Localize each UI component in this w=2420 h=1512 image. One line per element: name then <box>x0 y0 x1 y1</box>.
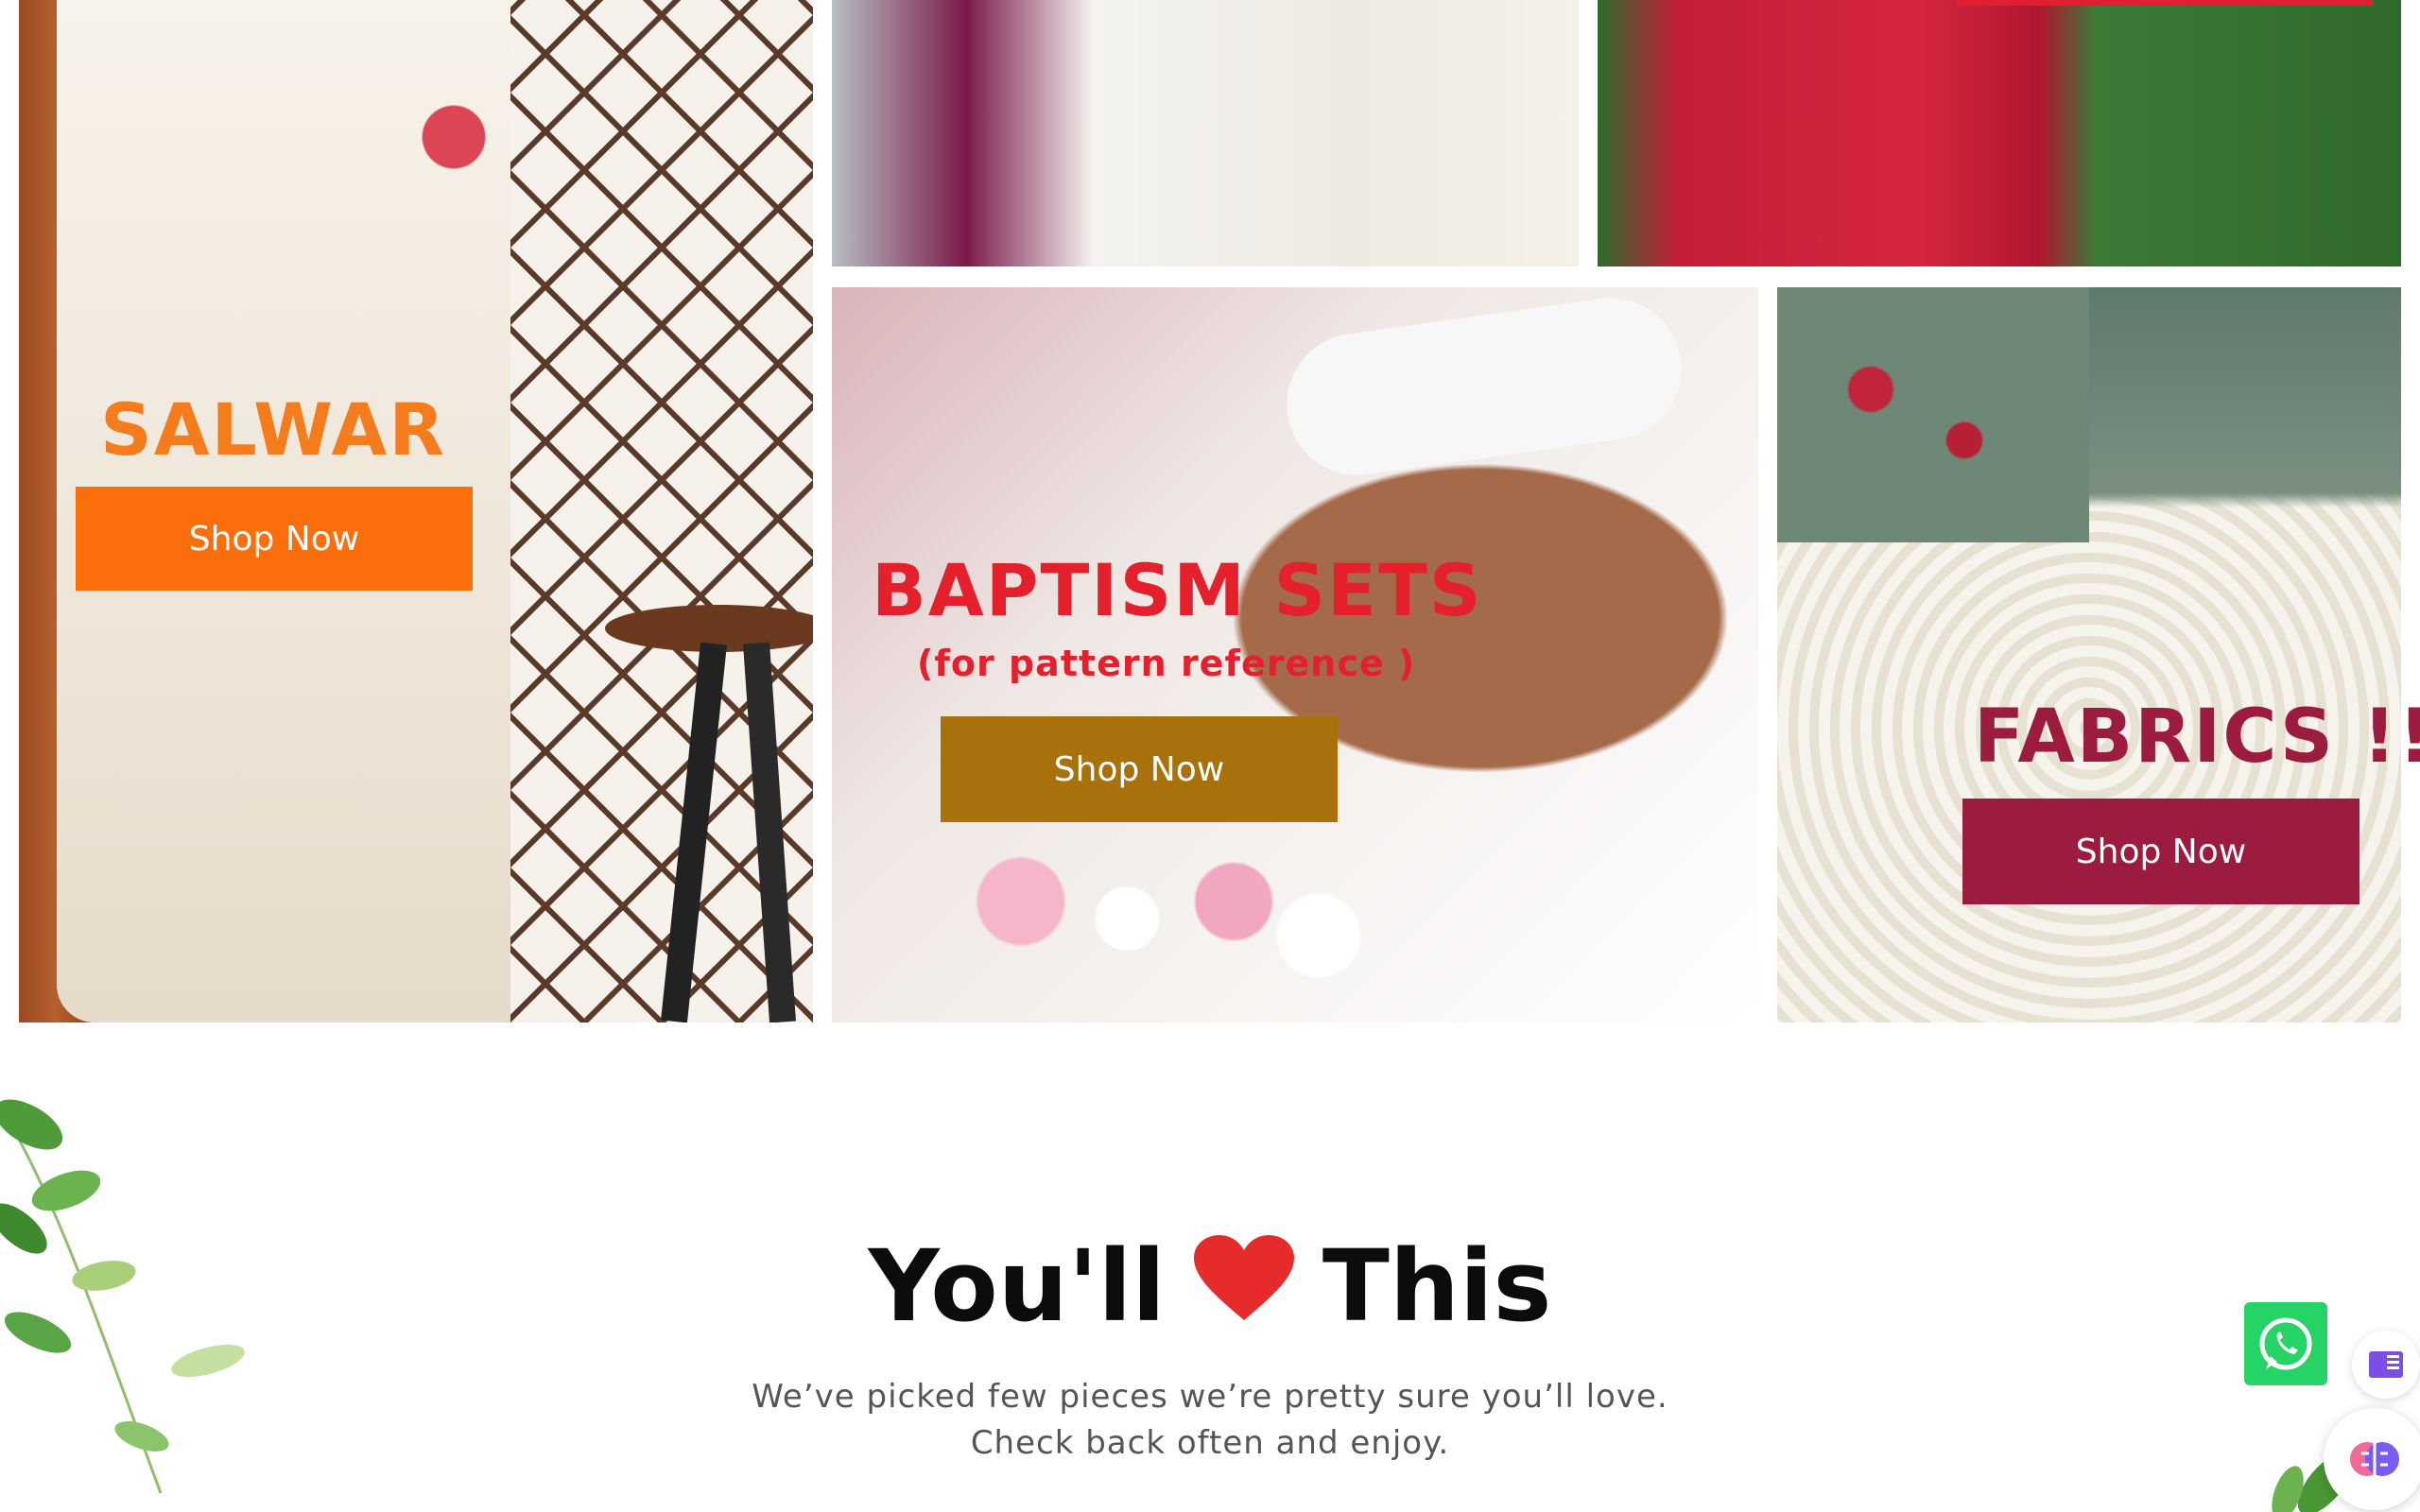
fabrics-shop-now-button[interactable]: Shop Now <box>1962 799 2360 904</box>
salwar-shop-now-button[interactable]: Shop Now <box>76 487 473 591</box>
red-accent-bar <box>1957 0 2373 6</box>
heart-icon <box>1193 1230 1294 1320</box>
flower-decor-image <box>936 816 1361 987</box>
brain-icon <box>2350 1442 2399 1476</box>
fabrics-title: FABRICS !! <box>1974 695 2420 780</box>
section-description-line-1: We’ve picked few pieces we’re pretty sur… <box>752 1378 1668 1416</box>
fabrics-collection-tile[interactable] <box>1777 287 2401 1022</box>
reader-mode-button[interactable] <box>2352 1331 2420 1399</box>
section-title-end: This <box>1322 1228 1552 1344</box>
book-icon <box>2369 1351 2403 1378</box>
salwar-title: SALWAR <box>100 387 446 472</box>
baptism-sets-subtitle: (for pattern reference ) <box>917 643 1416 684</box>
saree-collection-tile[interactable] <box>832 0 1579 266</box>
red-embroidery-image <box>397 85 510 189</box>
baby-headband-image <box>1277 288 1691 485</box>
whatsapp-chat-button[interactable] <box>2244 1302 2327 1385</box>
section-title-start: You'll <box>868 1228 1166 1344</box>
baptism-sets-title: BAPTISM SETS <box>872 548 1483 632</box>
floral-print-image <box>1777 287 2089 542</box>
red-dress-collection-tile[interactable] <box>1598 0 2401 266</box>
section-description-line-2: Check back often and enjoy. <box>970 1424 1450 1462</box>
ai-assistant-button[interactable] <box>2324 1408 2420 1510</box>
whatsapp-icon <box>2259 1317 2312 1370</box>
section-title: You'll This <box>0 1228 2420 1344</box>
baptism-shop-now-button[interactable]: Shop Now <box>941 716 1338 822</box>
